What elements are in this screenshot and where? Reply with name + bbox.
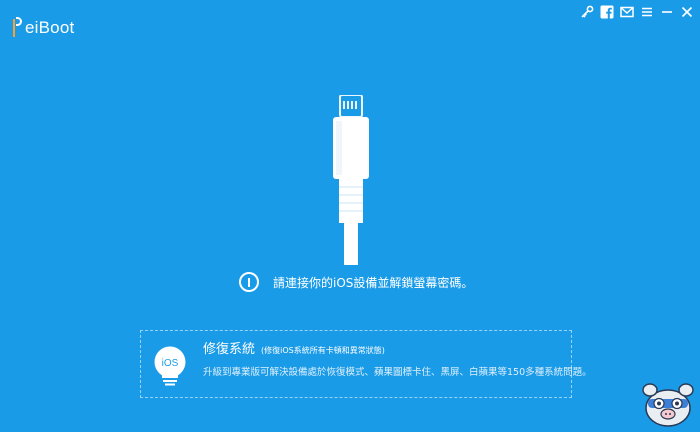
mascot-icon xyxy=(642,383,694,427)
repair-title-text: 修復系統 xyxy=(203,342,256,357)
repair-subtitle: (修復iOS系統所有卡頓和異常狀態) xyxy=(261,346,385,355)
close-icon[interactable] xyxy=(680,5,694,19)
repair-description: 升級到專業版可解決設備處於恢復模式、蘋果圖標卡住、黑屏、白蘋果等150多種系統問… xyxy=(203,367,592,378)
repair-title: 修復系統 (修復iOS系統所有卡頓和異常狀態) xyxy=(203,338,385,357)
key-icon[interactable] xyxy=(580,5,594,19)
app-logo: eiBoot xyxy=(13,15,74,41)
window-controls xyxy=(580,5,694,19)
facebook-icon[interactable] xyxy=(600,5,614,19)
minimize-icon[interactable] xyxy=(660,5,674,19)
connect-prompt-text: 請連接你的iOS設備並解鎖螢幕密碼。 xyxy=(273,275,474,290)
logo-mark xyxy=(13,17,23,39)
mail-icon[interactable] xyxy=(620,5,634,19)
ios-bulb-icon: iOS xyxy=(154,346,186,386)
ios-badge-label: iOS xyxy=(162,358,179,369)
info-icon xyxy=(239,272,259,292)
lightning-cable-icon xyxy=(333,95,369,265)
repair-system-button[interactable]: iOS 修復系統 (修復iOS系統所有卡頓和異常狀態) 升級到專業版可解決設備處於… xyxy=(140,330,592,398)
connect-prompt: 請連接你的iOS設備並解鎖螢幕密碼。 xyxy=(239,272,473,292)
menu-icon[interactable] xyxy=(640,5,654,19)
app-title: eiBoot xyxy=(25,18,75,37)
